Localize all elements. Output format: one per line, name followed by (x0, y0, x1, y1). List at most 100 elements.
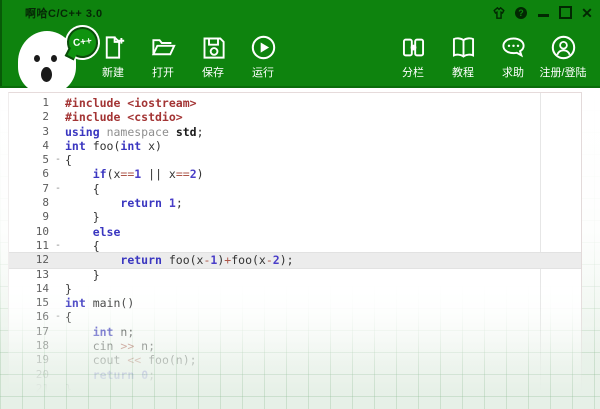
line-number: 17 (35, 324, 49, 338)
register-login-icon (551, 35, 575, 60)
fold-marker-icon[interactable]: - (51, 310, 65, 324)
open-folder-icon (151, 39, 176, 56)
fold-column (51, 167, 65, 181)
fold-column (51, 139, 65, 153)
line-number: 7 (42, 181, 49, 195)
line-number: 20 (35, 367, 49, 381)
code-text: using namespace std; (65, 124, 204, 139)
window-header: 啊哈C/C++ 3.0 ? ✕ C++ 新建 打开 保存 运行 分栏 教程 求助… (0, 0, 600, 93)
code-line[interactable]: 9 } (9, 210, 581, 224)
line-number: 19 (35, 353, 49, 367)
fold-column (51, 296, 65, 310)
new-file-icon (105, 36, 124, 59)
line-number: 6 (42, 167, 49, 181)
run-icon (251, 35, 275, 60)
window-controls: ? ✕ (490, 0, 596, 25)
run-button[interactable]: 运行 (238, 34, 288, 80)
code-text: { (65, 181, 100, 196)
code-text: return foo(x-1)+foo(x-2); (120, 253, 294, 268)
open-file-button[interactable]: 打开 (138, 34, 188, 80)
fold-column (51, 225, 65, 239)
code-line[interactable]: 6 if(x==1 || x==2) (9, 167, 581, 181)
title-bar: 啊哈C/C++ 3.0 ? ✕ (0, 0, 600, 25)
code-line[interactable]: 20 return 0; (9, 368, 581, 382)
fold-column (51, 382, 65, 396)
line-number: 4 (42, 138, 49, 152)
toolbar-left-group: 新建 打开 保存 运行 (88, 34, 288, 80)
code-line[interactable]: 2 #include <cstdio> (9, 110, 581, 124)
code-text: int main() (65, 296, 135, 311)
code-text: } (65, 210, 100, 225)
fold-marker-icon[interactable]: - (51, 182, 65, 196)
fold-column (51, 253, 65, 267)
fold-column (51, 268, 65, 282)
code-editor[interactable]: 1 #include <iostream> 2 #include <cstdio> 3 u… (8, 92, 582, 402)
code-text: return 1; (120, 196, 183, 211)
code-text: { (65, 238, 100, 253)
code-line[interactable]: 4 int foo(int x) (9, 139, 581, 153)
code-text: int n; (92, 324, 135, 339)
code-line[interactable]: 3 using namespace std; (9, 125, 581, 139)
ask-help-button[interactable]: 求助 (488, 34, 538, 80)
line-number: 14 (35, 281, 49, 295)
code-line[interactable]: 19 cout << foo(n); (9, 353, 581, 367)
code-text: else (92, 224, 121, 239)
fold-marker-icon[interactable]: - (51, 153, 65, 167)
code-text: { (65, 153, 72, 168)
button-label: 求助 (502, 67, 524, 79)
close-icon[interactable]: ✕ (578, 4, 596, 22)
code-line[interactable]: 10 else (9, 225, 581, 239)
line-number: 1 (42, 96, 49, 109)
line-number: 18 (35, 339, 49, 353)
code-line[interactable]: 15 int main() (9, 296, 581, 310)
code-text: #include <iostream> (65, 96, 197, 110)
code-text: return 0; (92, 367, 156, 382)
register-login-button[interactable]: 注册/登陆 (538, 34, 588, 80)
code-line[interactable]: 14} (9, 282, 581, 296)
save-button[interactable]: 保存 (188, 34, 238, 80)
button-label: 保存 (202, 67, 224, 79)
fold-column (51, 196, 65, 210)
fold-column (51, 110, 65, 124)
fold-column (51, 96, 65, 110)
code-line[interactable]: 13 } (9, 268, 581, 282)
line-number: 10 (35, 224, 49, 238)
line-number: 9 (42, 210, 49, 224)
code-text: #include <cstdio> (65, 110, 183, 125)
code-line[interactable]: 17 int n; (9, 325, 581, 339)
tutorial-button[interactable]: 教程 (438, 34, 488, 80)
split-columns-button[interactable]: 分栏 (388, 34, 438, 80)
shirt-skin-icon[interactable] (490, 4, 508, 22)
code-line[interactable]: 5-{ (9, 153, 581, 167)
fold-marker-icon[interactable]: - (51, 239, 65, 253)
line-number: 2 (42, 110, 49, 124)
code-text: } (65, 281, 72, 296)
new-file-button[interactable]: 新建 (88, 34, 138, 80)
fold-column (51, 368, 65, 382)
button-label: 分栏 (402, 67, 424, 79)
line-number: 3 (42, 124, 49, 138)
code-text: { (65, 310, 72, 325)
code-area: 1 #include <iostream> 2 #include <cstdio> 3 u… (9, 96, 581, 396)
maximize-icon[interactable] (556, 4, 574, 22)
code-line[interactable]: 11- { (9, 239, 581, 253)
fold-column (51, 282, 65, 296)
button-label: 教程 (452, 67, 474, 79)
fold-column (51, 353, 65, 367)
fold-column (51, 210, 65, 224)
save-icon (203, 37, 225, 59)
line-number: 21 (35, 381, 49, 395)
code-line[interactable]: 7- { (9, 182, 581, 196)
minimize-icon[interactable] (534, 4, 552, 22)
line-number: 13 (35, 267, 49, 281)
split-columns-icon (402, 38, 424, 57)
code-line[interactable]: 1 #include <iostream> (9, 96, 581, 110)
code-line[interactable]: 16-{ (9, 310, 581, 324)
help-icon[interactable]: ? (512, 4, 530, 22)
code-line[interactable]: 21} (9, 382, 581, 396)
code-line-current[interactable]: 12 return foo(x-1)+foo(x-2); (9, 253, 581, 268)
code-line[interactable]: 8 return 1; (9, 196, 581, 210)
code-line[interactable]: 18 cin >> n; (9, 339, 581, 353)
toolbar: 新建 打开 保存 运行 分栏 教程 求助 注册/登陆 (0, 27, 600, 87)
button-label: 打开 (152, 67, 174, 79)
